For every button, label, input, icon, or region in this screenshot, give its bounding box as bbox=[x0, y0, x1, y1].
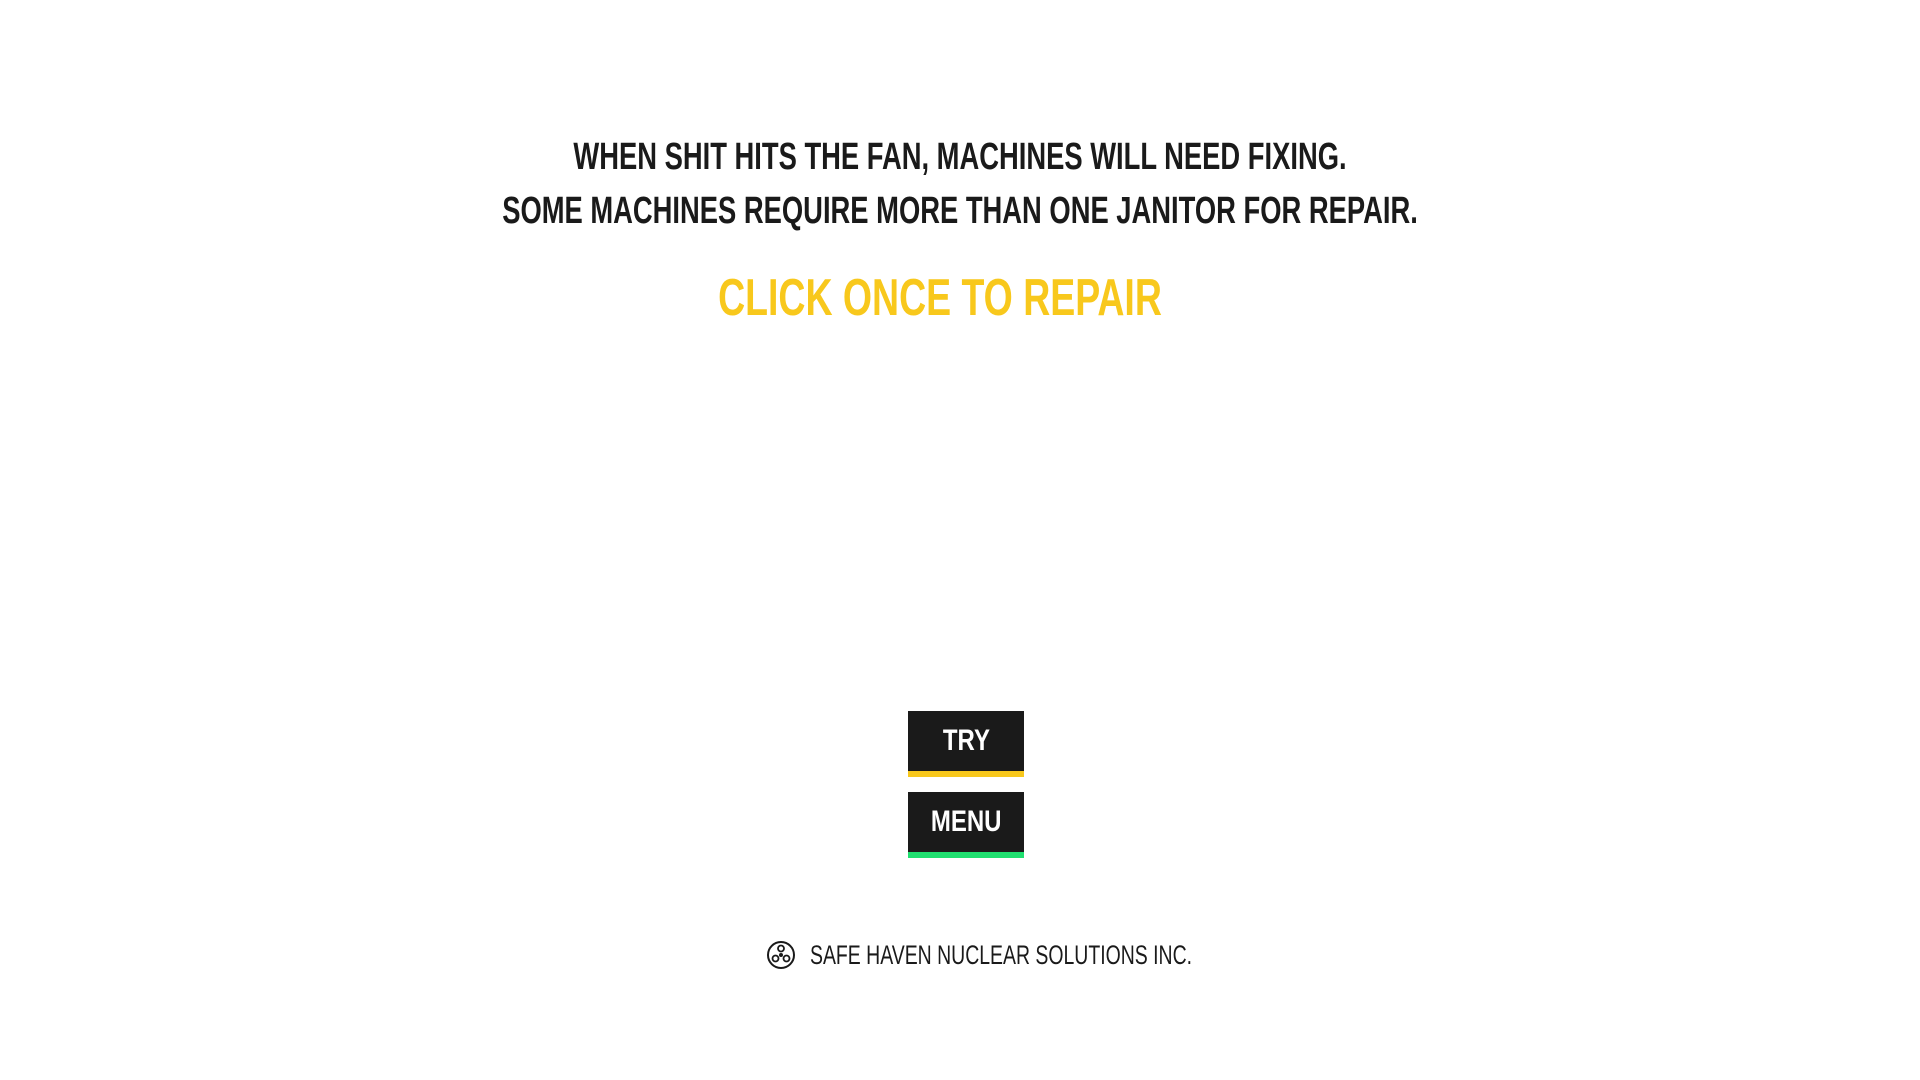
radiation-icon bbox=[767, 941, 795, 969]
intro-text: WHEN SHIT HITS THE FAN, MACHINES WILL NE… bbox=[269, 130, 1651, 238]
try-button-label: TRY bbox=[942, 724, 990, 757]
instruction-text: CLICK ONCE TO REPAIR bbox=[718, 269, 1162, 327]
footer: SAFE HAVEN NUCLEAR SOLUTIONS INC. bbox=[766, 940, 1341, 970]
try-button[interactable]: TRY bbox=[908, 711, 1024, 777]
menu-button-label: MENU bbox=[930, 805, 1002, 838]
menu-button[interactable]: MENU bbox=[908, 792, 1024, 858]
company-name: SAFE HAVEN NUCLEAR SOLUTIONS INC. bbox=[810, 939, 1193, 970]
intro-line-1: WHEN SHIT HITS THE FAN, MACHINES WILL NE… bbox=[573, 136, 1347, 178]
intro-line-2: SOME MACHINES REQUIRE MORE THAN ONE JANI… bbox=[502, 190, 1418, 232]
